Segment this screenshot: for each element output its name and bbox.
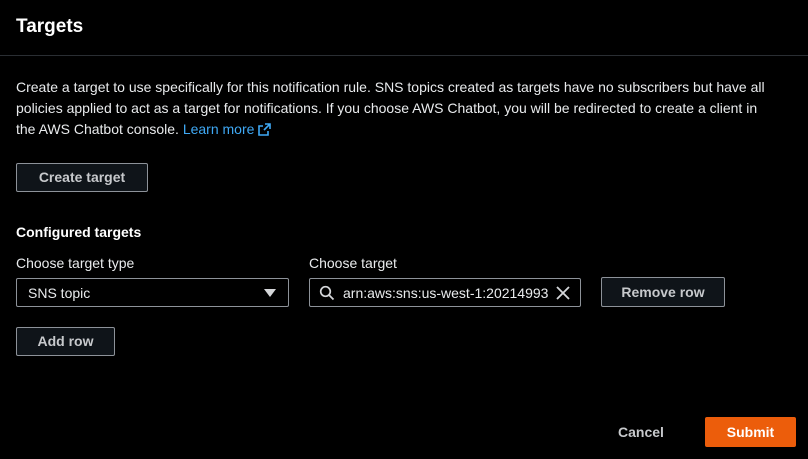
modal-title: Targets <box>16 16 84 37</box>
add-row-button[interactable]: Add row <box>16 327 115 356</box>
learn-more-link[interactable]: Learn more <box>183 121 272 137</box>
external-link-icon <box>258 123 272 136</box>
remove-row-button[interactable]: Remove row <box>601 277 725 307</box>
caret-down-icon <box>264 289 276 297</box>
search-icon <box>319 285 335 301</box>
submit-button[interactable]: Submit <box>705 417 796 447</box>
target-value: arn:aws:sns:us-west-1:202149934 <box>343 285 548 301</box>
close-icon[interactable] <box>555 285 571 301</box>
cancel-button[interactable]: Cancel <box>608 417 674 447</box>
configured-targets-title: Configured targets <box>16 224 142 240</box>
learn-more-label: Learn more <box>182 121 255 137</box>
target-type-select[interactable]: SNS topic <box>16 278 289 307</box>
target-search-input[interactable]: arn:aws:sns:us-west-1:202149934 <box>309 278 581 307</box>
target-type-value: SNS topic <box>28 285 91 301</box>
target-type-label: Choose target type <box>16 255 135 271</box>
targets-description: Create a target to use specifically for … <box>16 77 776 140</box>
description-text: Create a target to use specifically for … <box>16 79 765 137</box>
create-target-button[interactable]: Create target <box>16 163 148 192</box>
target-label: Choose target <box>309 255 397 271</box>
modal-header: Targets <box>0 0 808 56</box>
